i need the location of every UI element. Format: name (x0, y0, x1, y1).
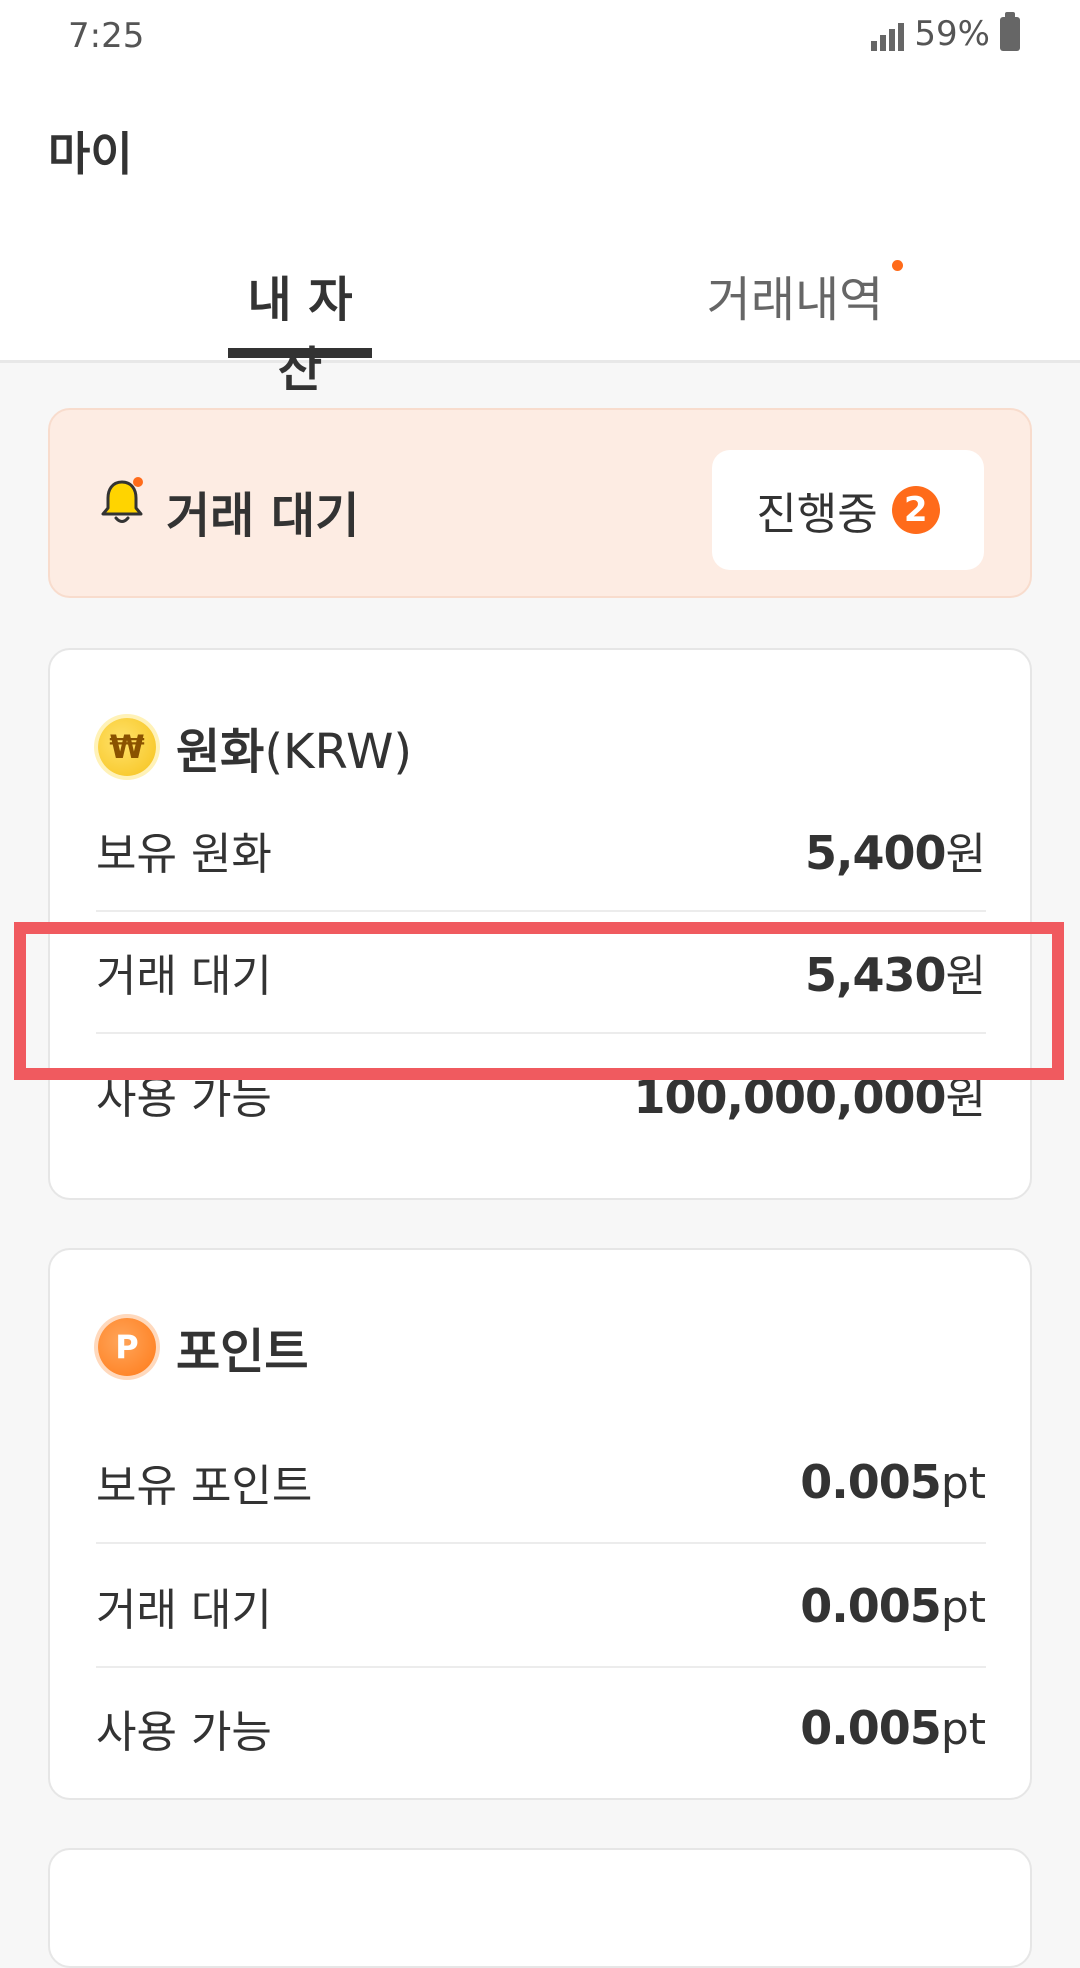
active-tab-indicator (228, 348, 372, 358)
krw-card-header: ₩ 원화(KRW) (98, 712, 412, 782)
in-progress-button[interactable]: 진행중 2 (712, 450, 984, 570)
krw-title-text: 원화 (176, 724, 265, 780)
krw-title-suffix: (KRW) (264, 724, 413, 780)
row-unit: pt (940, 1458, 986, 1509)
row-amount: 0.005pt (800, 1455, 986, 1509)
status-bar: 7:25 59% (0, 0, 1080, 70)
row-label: 보유 원화 (96, 829, 272, 880)
row-label: 보유 포인트 (96, 1461, 313, 1512)
notification-dot (892, 260, 903, 271)
bell-icon (101, 477, 143, 523)
tab-my-assets[interactable]: 내 자산 (228, 260, 372, 400)
next-card (48, 1848, 1032, 1968)
point-card-header: P 포인트 (98, 1312, 308, 1382)
in-progress-count-badge: 2 (891, 486, 940, 534)
point-card-title: 포인트 (176, 1324, 309, 1380)
row-unit: 원 (945, 1073, 986, 1124)
in-progress-label: 진행중 (756, 489, 878, 540)
row-amount: 0.005pt (800, 1579, 986, 1633)
row-amount: 0.005pt (800, 1701, 986, 1755)
row-unit: 원 (945, 829, 986, 880)
status-indicators: 59% (871, 12, 1020, 54)
row-label: 거래 대기 (96, 1585, 272, 1636)
row-value: 0.005 (800, 1701, 942, 1755)
point-row-available: 사용 가능 0.005pt (96, 1668, 986, 1788)
highlight-box (14, 922, 1064, 1080)
status-time: 7:25 (68, 16, 145, 56)
point-row-pending: 거래 대기 0.005pt (96, 1546, 986, 1668)
krw-row-balance: 보유 원화 5,400원 (96, 790, 986, 912)
row-value: 0.005 (800, 1455, 942, 1509)
battery-icon (1000, 12, 1020, 51)
row-value: 5,400 (805, 826, 947, 880)
point-coin-icon: P (98, 1318, 156, 1376)
page-header: 마이 내 자산 거래내역 (0, 70, 1080, 398)
row-amount: 5,400원 (805, 818, 986, 882)
row-label: 사용 가능 (96, 1707, 272, 1758)
banner-title: 거래 대기 (166, 488, 360, 544)
point-card: P 포인트 보유 포인트 0.005pt 거래 대기 0.005pt 사용 가능… (48, 1248, 1032, 1800)
tab-transaction-history[interactable]: 거래내역 (700, 260, 890, 330)
page-title: 마이 (48, 127, 133, 181)
signal-icon (871, 17, 905, 51)
krw-card-title: 원화(KRW) (176, 712, 412, 782)
row-value: 0.005 (800, 1579, 942, 1633)
row-unit: pt (940, 1704, 986, 1755)
pending-trade-banner[interactable]: 거래 대기 진행중 2 (48, 408, 1032, 598)
point-row-balance: 보유 포인트 0.005pt (96, 1422, 986, 1544)
won-coin-icon: ₩ (98, 718, 156, 776)
row-unit: pt (940, 1582, 986, 1633)
battery-percent: 59% (914, 14, 990, 54)
